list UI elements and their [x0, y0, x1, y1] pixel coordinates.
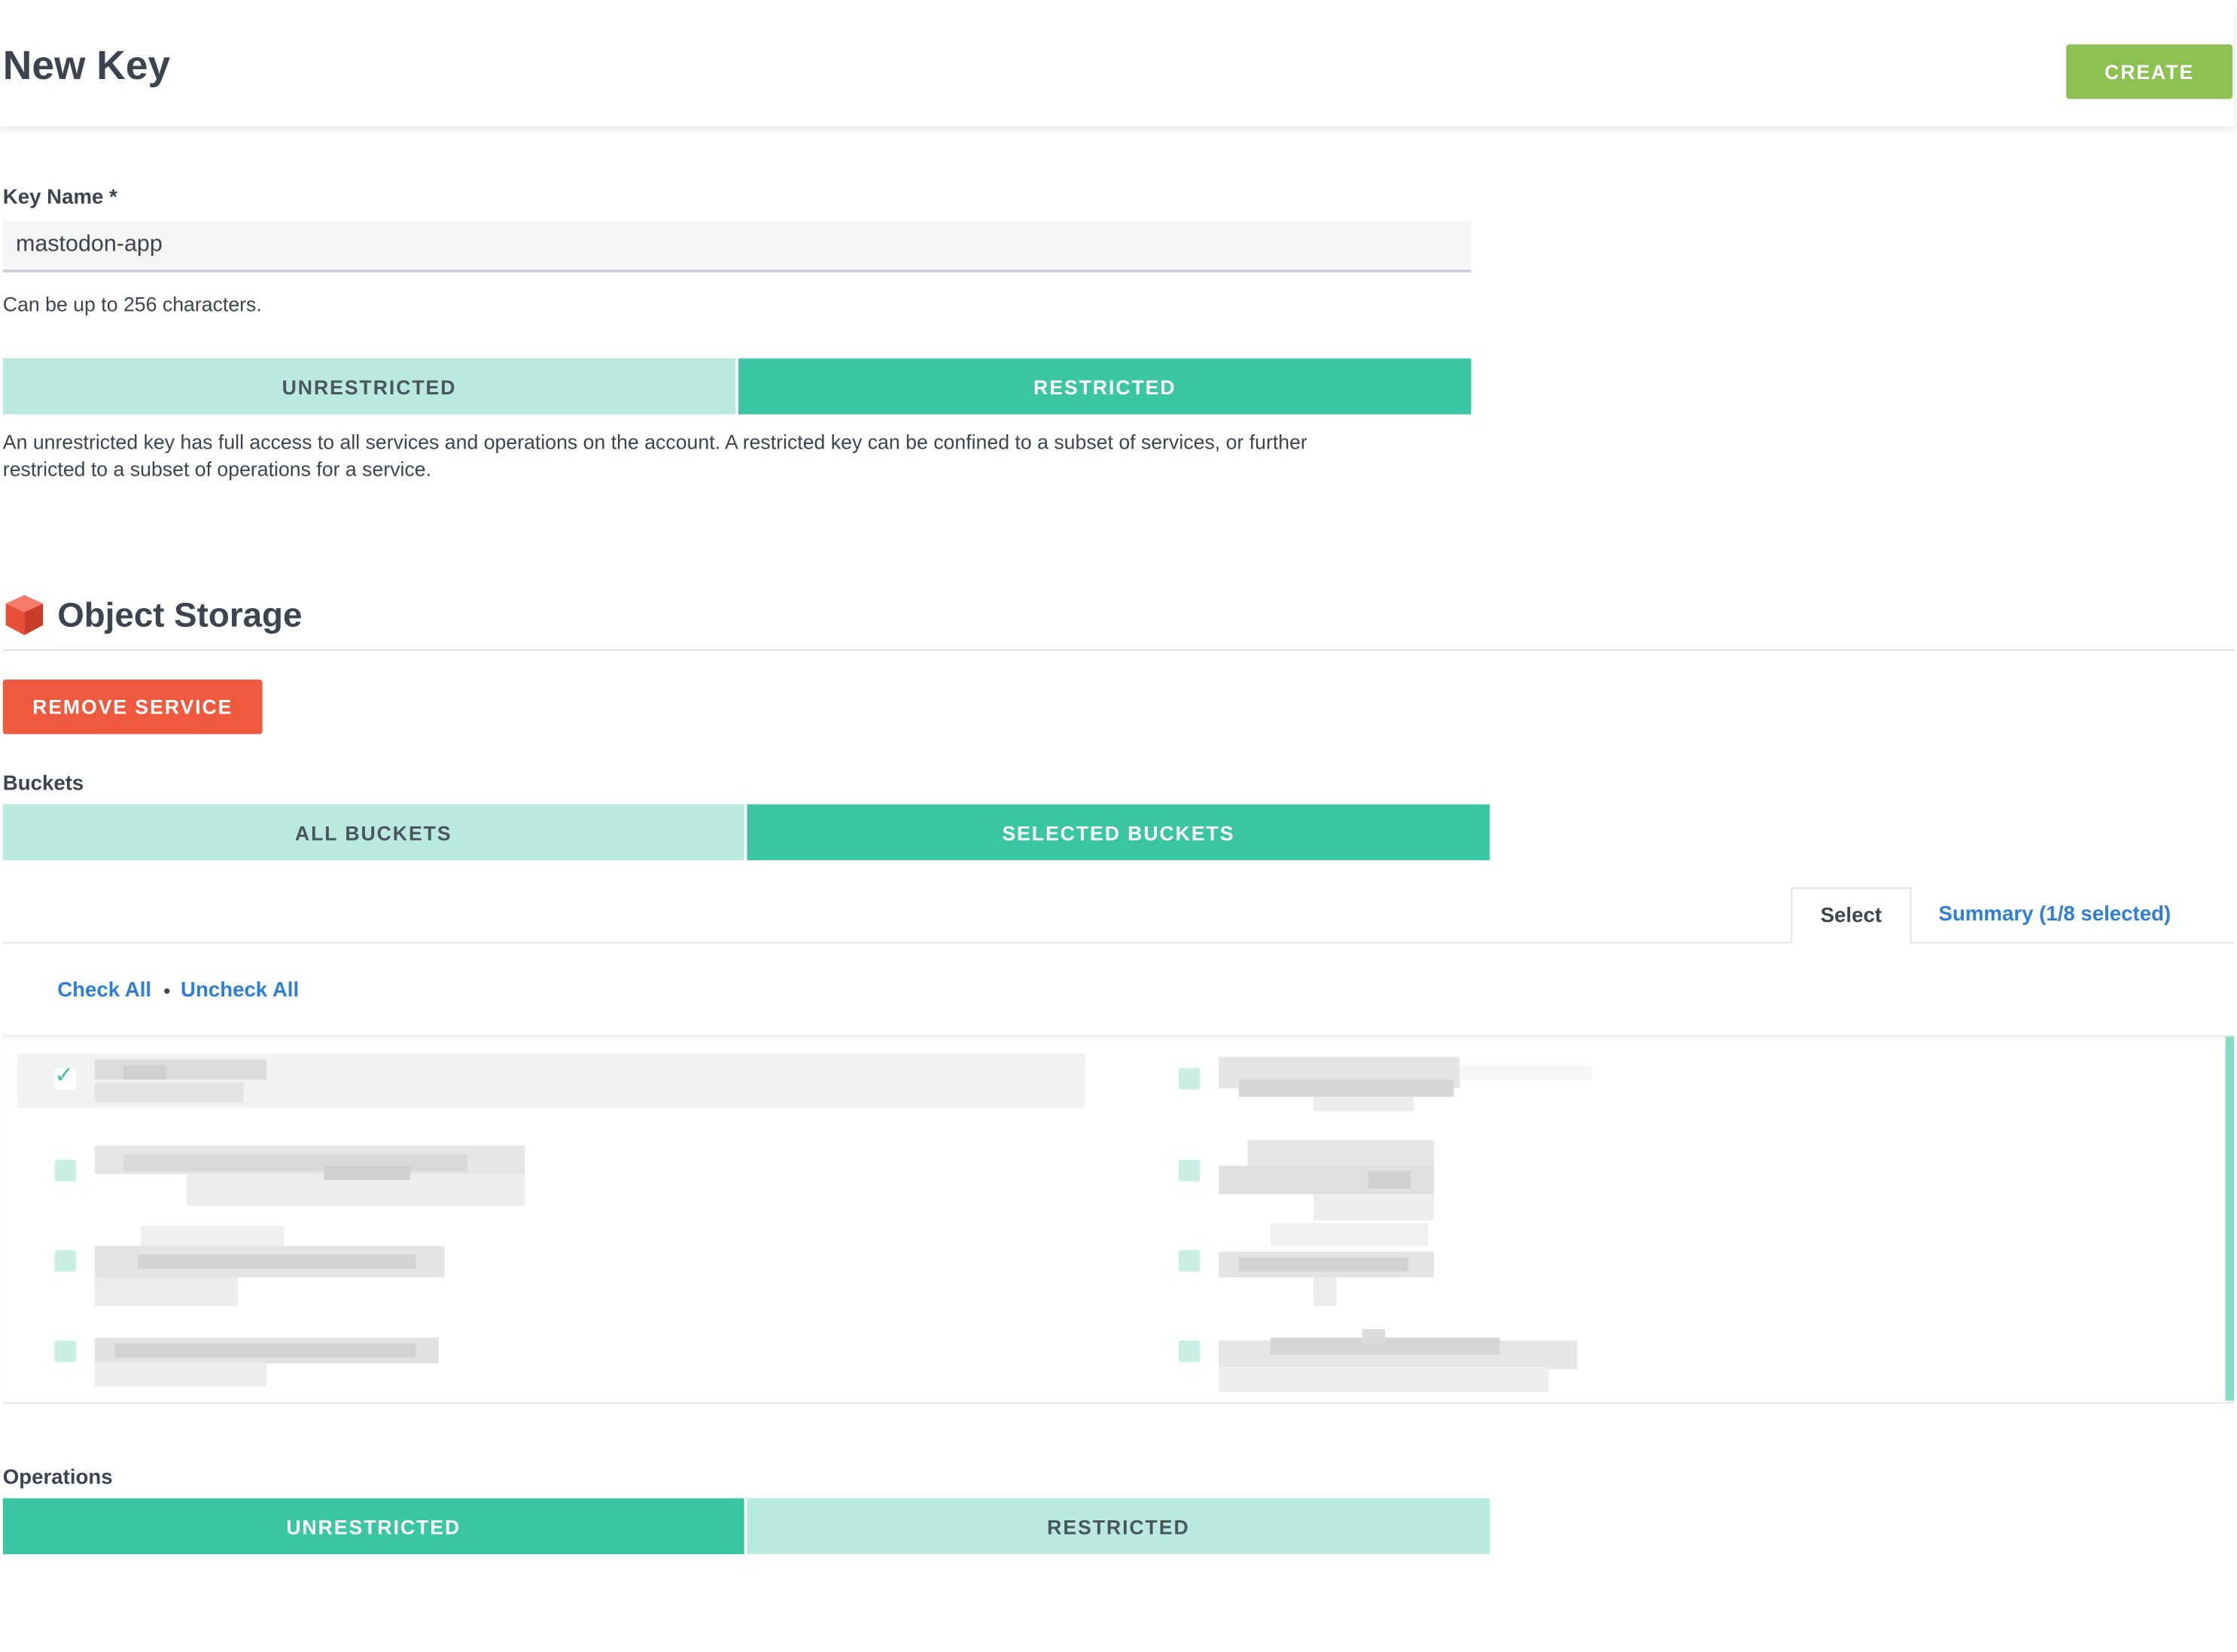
key-name-label: Key Name *: [2, 186, 117, 210]
bucket-checkbox[interactable]: [54, 1160, 76, 1182]
access-description-line2: restricted to a subset of operations for…: [2, 457, 432, 481]
checkmark-icon: ✓: [54, 1063, 74, 1088]
access-description-line1: An unrestricted key has full access to a…: [2, 430, 1307, 453]
create-button[interactable]: CREATE: [2066, 44, 2233, 99]
bucket-checkbox[interactable]: [54, 1250, 76, 1272]
remove-service-button[interactable]: REMOVE SERVICE: [2, 679, 263, 735]
selected-buckets-toggle[interactable]: SELECTED BUCKETS: [747, 804, 1490, 860]
bucket-checkbox[interactable]: [1178, 1160, 1201, 1182]
page-title: New Key: [2, 43, 171, 88]
bucket-list-scrollbar[interactable]: [2225, 1036, 2234, 1401]
bucket-checkbox[interactable]: ✓: [54, 1064, 76, 1090]
link-separator: •: [163, 979, 171, 1002]
key-name-hint: Can be up to 256 characters.: [2, 292, 262, 316]
all-buckets-toggle[interactable]: ALL BUCKETS: [2, 804, 744, 860]
check-all-link[interactable]: Check All: [57, 979, 151, 1002]
bucket-checkbox[interactable]: [1178, 1068, 1201, 1090]
page-header: New Key CREATE: [0, 0, 2234, 126]
bucket-checkbox[interactable]: [1178, 1340, 1201, 1362]
section-divider: [2, 649, 2234, 651]
access-restricted-toggle[interactable]: RESTRICTED: [738, 358, 1472, 415]
tab-select[interactable]: Select: [1791, 887, 1912, 944]
service-title: Object Storage: [57, 596, 303, 635]
cube-icon: [5, 595, 44, 635]
operations-unrestricted-toggle[interactable]: UNRESTRICTED: [2, 1498, 744, 1555]
bucket-checkbox[interactable]: [1178, 1250, 1201, 1272]
access-unrestricted-toggle[interactable]: UNRESTRICTED: [2, 358, 736, 415]
operations-restricted-toggle[interactable]: RESTRICTED: [747, 1498, 1490, 1555]
uncheck-all-link[interactable]: Uncheck All: [181, 979, 299, 1002]
buckets-label: Buckets: [2, 772, 84, 796]
operations-label: Operations: [2, 1466, 113, 1490]
bucket-checkbox[interactable]: [54, 1340, 76, 1362]
tab-summary[interactable]: Summary (1/8 selected): [1939, 903, 2172, 926]
bucket-list[interactable]: ✓: [2, 1035, 2234, 1404]
key-name-input[interactable]: mastodon-app: [2, 221, 1472, 272]
